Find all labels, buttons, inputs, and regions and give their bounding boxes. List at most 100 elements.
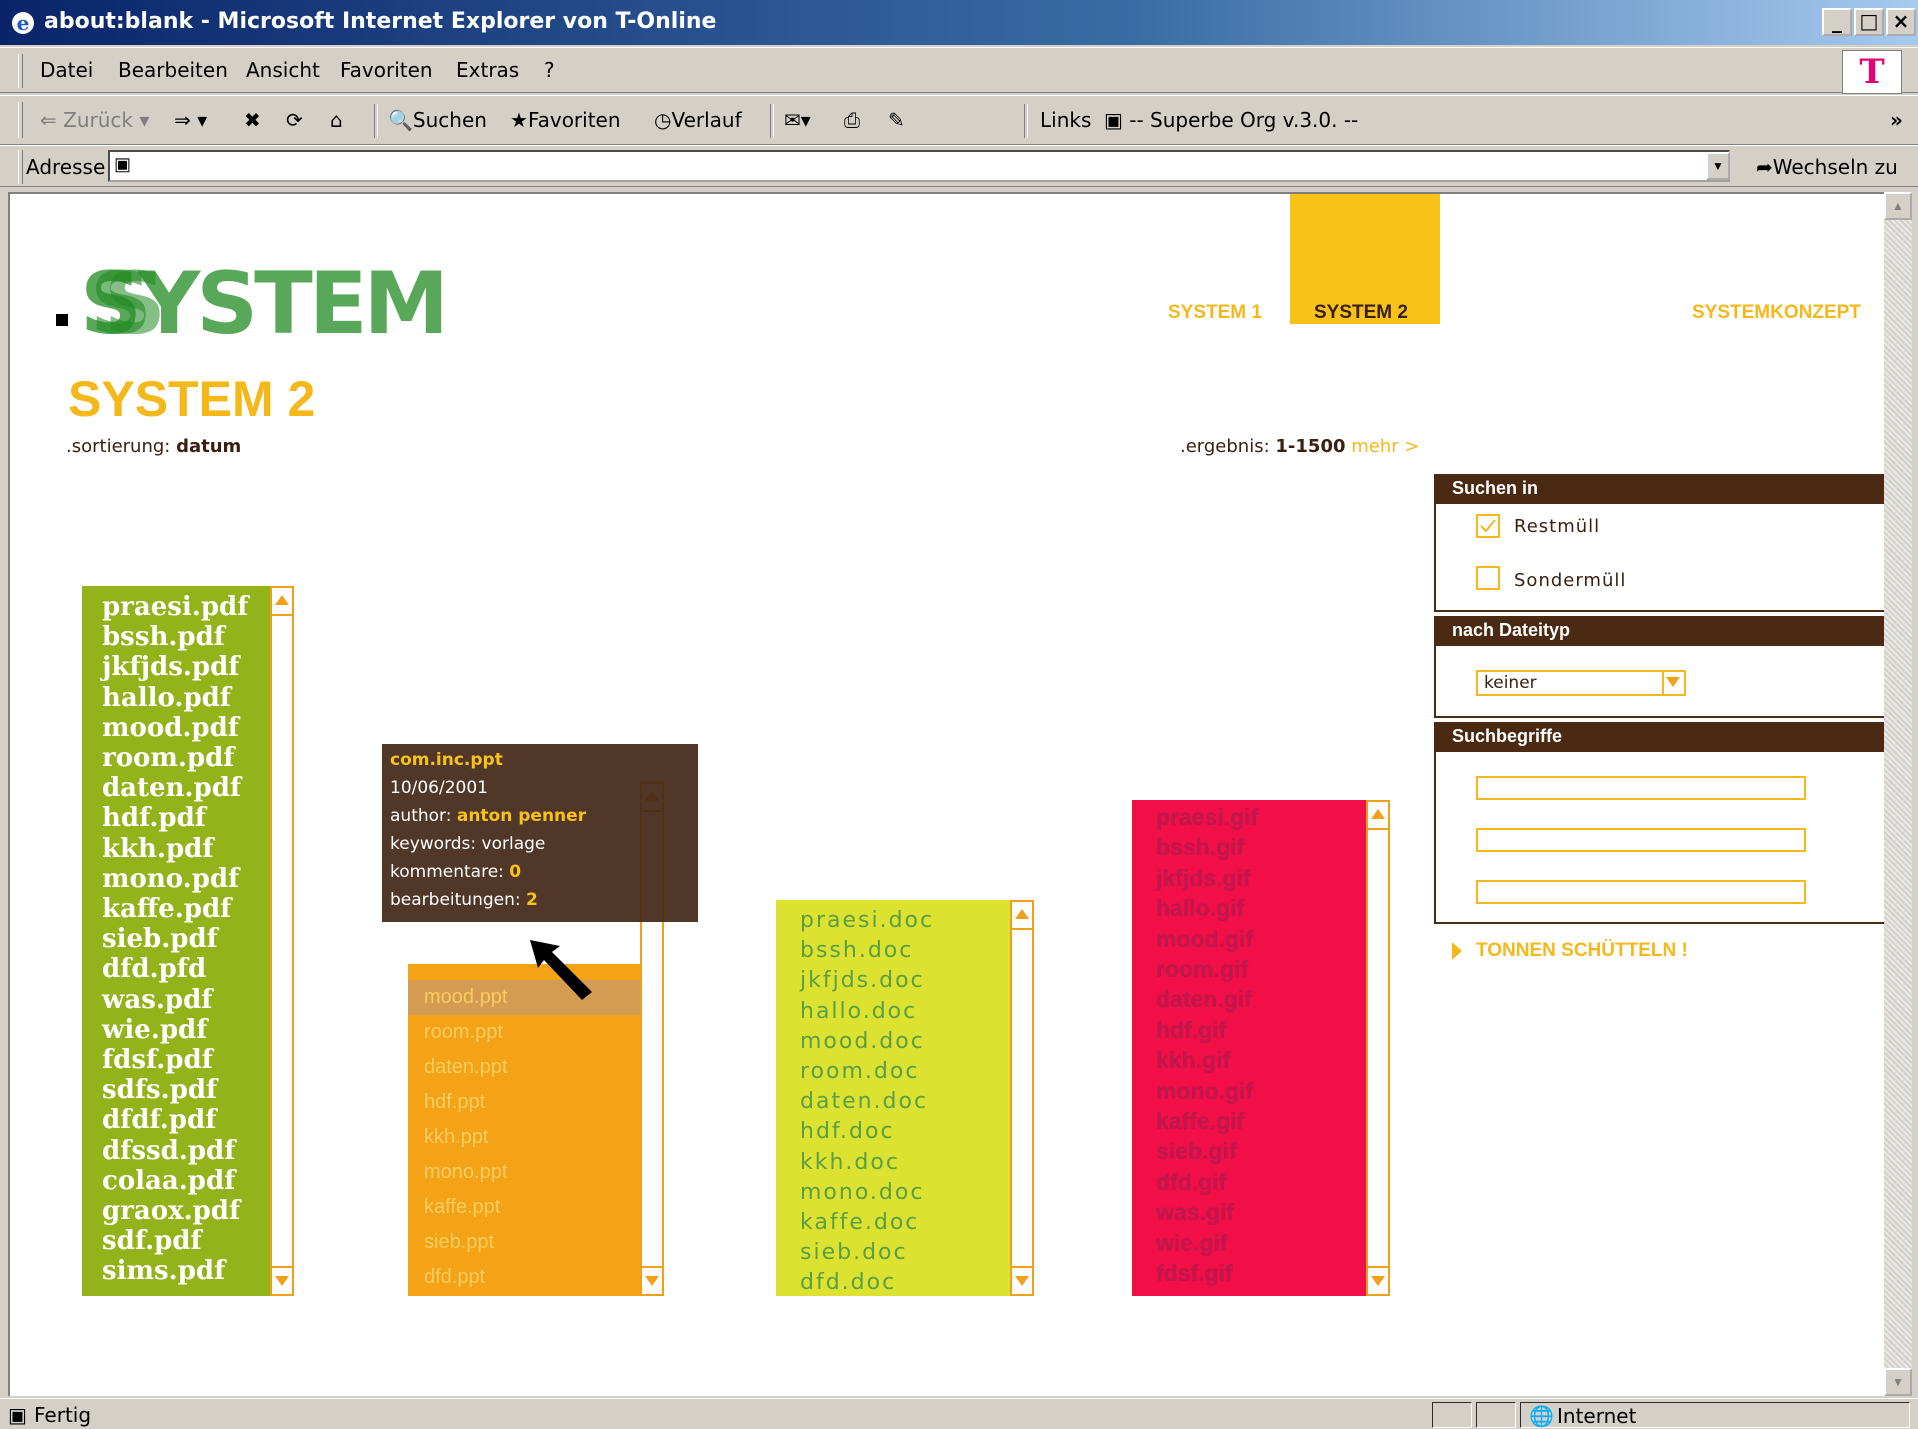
pdf-list-item[interactable]: sieb.pdf bbox=[82, 924, 270, 954]
scroll-up-icon[interactable] bbox=[1368, 802, 1388, 830]
back-button[interactable]: ⇐ Zurück ▾ bbox=[40, 108, 149, 132]
scroll-down-icon[interactable] bbox=[1368, 1266, 1388, 1294]
pdf-list-item[interactable]: sdfs.pdf bbox=[82, 1075, 270, 1105]
pdf-list-item[interactable]: dfd.pfd bbox=[82, 954, 270, 984]
shake-bins-link[interactable]: TONNEN SCHÜTTELN ! bbox=[1452, 940, 1688, 962]
scroll-up-icon[interactable] bbox=[272, 588, 292, 616]
pdf-list-item[interactable]: graox.pdf bbox=[82, 1196, 270, 1226]
gif-list-item[interactable]: hdf.gif bbox=[1132, 1015, 1368, 1045]
pdf-list-item[interactable]: bssh.pdf bbox=[82, 622, 270, 652]
gif-list-item[interactable]: kaffe.gif bbox=[1132, 1106, 1368, 1136]
page-viewport[interactable]: SYSTEM S S SYSTEM 1 SYSTEM 2 SYSTEMKONZE… bbox=[8, 192, 1884, 1396]
ppt-list-item[interactable]: room.ppt bbox=[408, 1015, 640, 1050]
gif-list-item[interactable]: praesi.gif bbox=[1132, 802, 1368, 832]
ppt-list-item[interactable]: kkh.ppt bbox=[408, 1120, 640, 1155]
links-label[interactable]: Links bbox=[1040, 108, 1091, 132]
doc-list-item[interactable]: kkh.doc bbox=[776, 1148, 1020, 1178]
ppt-list-item[interactable]: dfd.ppt bbox=[408, 1260, 640, 1295]
sort-info[interactable]: .sortierung: datum bbox=[66, 436, 241, 457]
doc-list-item[interactable]: praesi.doc bbox=[776, 906, 1020, 936]
forward-button[interactable]: ⇒ ▾ bbox=[174, 108, 207, 132]
ppt-list-item[interactable]: hdf.ppt bbox=[408, 1085, 640, 1120]
chevron-down-icon[interactable] bbox=[1662, 672, 1684, 694]
pdf-list-item[interactable]: room.pdf bbox=[82, 743, 270, 773]
menu-help[interactable]: ? bbox=[544, 58, 555, 82]
home-icon[interactable]: ⌂ bbox=[330, 108, 343, 132]
address-grip[interactable] bbox=[18, 150, 23, 184]
toolbar-chevron-icon[interactable]: » bbox=[1890, 108, 1903, 132]
gif-list-item[interactable]: room.gif bbox=[1132, 954, 1368, 984]
gif-list[interactable]: praesi.gif bssh.gif jkfjds.gif hallo.gif moo… bbox=[1132, 800, 1368, 1296]
go-button[interactable]: ➦Wechseln zu bbox=[1756, 155, 1898, 179]
search-term-input-2[interactable] bbox=[1476, 828, 1806, 852]
gif-list-item[interactable]: was.gif bbox=[1132, 1197, 1368, 1227]
scroll-down-icon[interactable]: ▼ bbox=[1884, 1368, 1912, 1396]
sort-value[interactable]: datum bbox=[176, 436, 241, 457]
menu-favoriten[interactable]: Favoriten bbox=[340, 58, 433, 82]
ppt-list-item[interactable]: sieb.ppt bbox=[408, 1225, 640, 1260]
doc-list-item[interactable]: kaffe.doc bbox=[776, 1208, 1020, 1238]
pdf-list-item[interactable]: jkfjds.pdf bbox=[82, 652, 270, 682]
address-dropdown-icon[interactable]: ▼ bbox=[1706, 152, 1730, 180]
doc-list[interactable]: praesi.doc bssh.doc jkfjds.doc hallo.doc moo… bbox=[776, 900, 1020, 1296]
scroll-down-icon[interactable] bbox=[272, 1266, 292, 1294]
gif-list-item[interactable]: bssh.gif bbox=[1132, 832, 1368, 862]
doc-list-item[interactable]: dfd.doc bbox=[776, 1268, 1020, 1296]
search-button[interactable]: 🔍Suchen bbox=[388, 108, 487, 132]
gif-list-item[interactable]: sieb.gif bbox=[1132, 1136, 1368, 1166]
gif-list-item[interactable]: kkh.gif bbox=[1132, 1045, 1368, 1075]
doc-list-item[interactable]: mood.doc bbox=[776, 1027, 1020, 1057]
maximize-button[interactable]: □ bbox=[1854, 8, 1884, 36]
pdf-list-item[interactable]: daten.pdf bbox=[82, 773, 270, 803]
pdf-list-item[interactable]: dfdf.pdf bbox=[82, 1105, 270, 1135]
pdf-list-item[interactable]: hdf.pdf bbox=[82, 803, 270, 833]
pdf-list-item[interactable]: kkh.pdf bbox=[82, 834, 270, 864]
pdf-list-item[interactable]: mono.pdf bbox=[82, 864, 270, 894]
ppt-list[interactable]: mood.ppt room.ppt daten.ppt hdf.ppt kkh.ppt m… bbox=[408, 964, 640, 1296]
menu-extras[interactable]: Extras bbox=[456, 58, 519, 82]
pdf-list-item[interactable]: hallo.pdf bbox=[82, 683, 270, 713]
pdf-list-item[interactable]: fdsf.pdf bbox=[82, 1045, 270, 1075]
pdf-list[interactable]: praesi.pdf bssh.pdf jkfjds.pdf hallo.pdf moo… bbox=[82, 586, 270, 1296]
favorites-button[interactable]: ★Favoriten bbox=[510, 108, 621, 132]
history-button[interactable]: ◷Verlauf bbox=[654, 108, 742, 132]
menu-ansicht[interactable]: Ansicht bbox=[246, 58, 320, 82]
edit-icon[interactable]: ✎ bbox=[888, 108, 905, 132]
nav-system-2[interactable]: SYSTEM 2 bbox=[1314, 302, 1408, 324]
pdf-list-item[interactable]: colaa.pdf bbox=[82, 1166, 270, 1196]
restmuell-checkbox[interactable] bbox=[1476, 514, 1500, 538]
doc-list-item[interactable]: sieb.doc bbox=[776, 1238, 1020, 1268]
address-input[interactable]: ▣ bbox=[108, 150, 1730, 182]
gif-list-item[interactable]: jkfjds.gif bbox=[1132, 863, 1368, 893]
nav-system-1[interactable]: SYSTEM 1 bbox=[1168, 302, 1262, 324]
menu-datei[interactable]: Datei bbox=[40, 58, 93, 82]
ppt-list-item[interactable]: kaffe.ppt bbox=[408, 1190, 640, 1225]
link-superbe-org[interactable]: ▣ -- Superbe Org v.3.0. -- bbox=[1104, 108, 1358, 132]
mail-icon[interactable]: ✉▾ bbox=[784, 108, 811, 132]
more-link[interactable]: mehr > bbox=[1351, 436, 1419, 457]
scroll-up-icon[interactable] bbox=[1012, 902, 1032, 930]
sondermuell-checkbox[interactable] bbox=[1476, 566, 1500, 590]
scroll-down-icon[interactable] bbox=[1012, 1266, 1032, 1294]
pdf-list-item[interactable]: dfssd.pdf bbox=[82, 1136, 270, 1166]
scroll-up-icon[interactable]: ▲ bbox=[1884, 192, 1912, 220]
menu-grip[interactable] bbox=[18, 54, 23, 88]
pdf-list-item[interactable]: kaffe.pdf bbox=[82, 894, 270, 924]
doc-list-item[interactable]: hallo.doc bbox=[776, 997, 1020, 1027]
ppt-list-item[interactable]: daten.ppt bbox=[408, 1050, 640, 1085]
gif-list-item[interactable]: hallo.gif bbox=[1132, 893, 1368, 923]
ppt-list-item[interactable]: mono.ppt bbox=[408, 1155, 640, 1190]
pdf-list-item[interactable]: was.pdf bbox=[82, 985, 270, 1015]
page-scrollbar[interactable]: ▲ ▼ bbox=[1884, 192, 1912, 1396]
pdf-list-scrollbar[interactable] bbox=[270, 586, 294, 1296]
search-term-input-3[interactable] bbox=[1476, 880, 1806, 904]
pdf-list-item[interactable]: wie.pdf bbox=[82, 1015, 270, 1045]
doc-list-item[interactable]: hdf.doc bbox=[776, 1117, 1020, 1147]
ppt-list-item[interactable]: was.ppt bbox=[408, 1295, 640, 1296]
stop-icon[interactable]: ✖ bbox=[244, 108, 261, 132]
gif-list-item[interactable]: daten.gif bbox=[1132, 984, 1368, 1014]
doc-list-item[interactable]: jkfjds.doc bbox=[776, 966, 1020, 996]
gif-list-item[interactable]: dfd.gif bbox=[1132, 1167, 1368, 1197]
pdf-list-item[interactable]: sdf.pdf bbox=[82, 1226, 270, 1256]
pdf-list-item[interactable]: sims.pdf bbox=[82, 1256, 270, 1286]
